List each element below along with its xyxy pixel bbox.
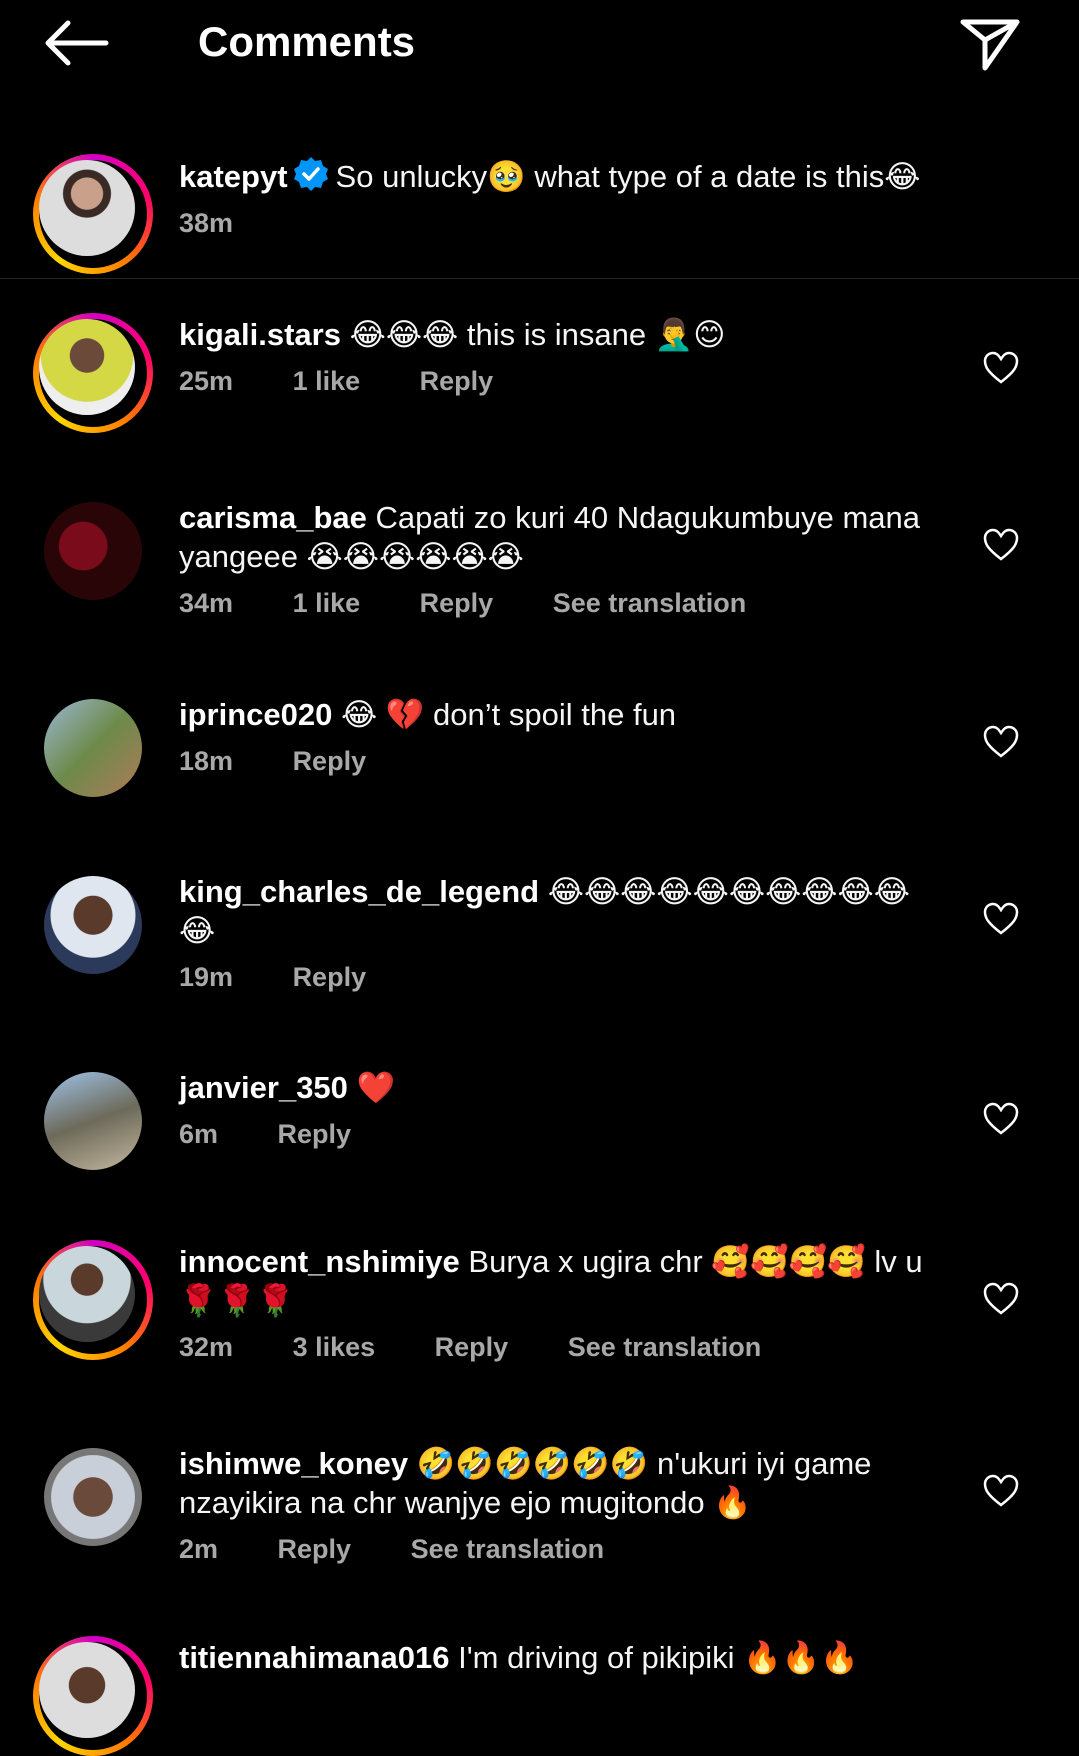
verified-badge-icon	[293, 157, 328, 191]
caption: katepyt So unlucky🥹 what type of a date i…	[0, 140, 1079, 279]
heart-outline-icon[interactable]	[983, 351, 1019, 385]
timestamp: 34m	[179, 588, 234, 618]
paper-plane-icon[interactable]	[955, 10, 1025, 80]
top-bar: Comments	[0, 0, 1079, 90]
heart-outline-icon[interactable]	[983, 725, 1019, 759]
username[interactable]: janvier_350	[179, 1070, 348, 1105]
timestamp: 32m	[179, 1332, 234, 1362]
avatar[interactable]	[44, 876, 142, 974]
heart-outline-icon[interactable]	[983, 1102, 1019, 1136]
username[interactable]: katepyt	[179, 159, 288, 194]
see-translation-button[interactable]: See translation	[568, 1332, 762, 1362]
avatar[interactable]	[44, 699, 142, 797]
reply-button[interactable]: Reply	[293, 746, 367, 776]
timestamp: 6m	[179, 1119, 219, 1149]
comment-text: 😂😂😂 this is insane 🤦‍♂️😊	[349, 317, 726, 352]
avatar[interactable]	[44, 1448, 142, 1546]
comment-text: I'm driving of pikipiki 🔥🔥🔥	[458, 1640, 859, 1675]
reply-button[interactable]: Reply	[420, 366, 494, 396]
reply-button[interactable]: Reply	[420, 588, 494, 618]
avatar[interactable]	[33, 313, 153, 433]
reply-button[interactable]: Reply	[278, 1119, 352, 1149]
comment-text: 😂 💔 don’t spoil the fun	[341, 697, 677, 732]
avatar[interactable]	[44, 502, 142, 600]
timestamp: 18m	[179, 746, 234, 776]
like-count[interactable]: 3 likes	[293, 1332, 376, 1362]
timestamp: 38m	[179, 208, 234, 238]
like-count[interactable]: 1 like	[293, 366, 361, 396]
timestamp: 25m	[179, 366, 234, 396]
comment-text: ❤️	[356, 1070, 396, 1105]
caption-text: So unlucky🥹 what type of a date is this😂	[335, 159, 921, 194]
avatar[interactable]	[33, 154, 153, 274]
username[interactable]: carisma_bae	[179, 500, 367, 535]
username[interactable]: innocent_nshimiye	[179, 1244, 460, 1279]
avatar[interactable]	[44, 1072, 142, 1170]
heart-outline-icon[interactable]	[983, 902, 1019, 936]
heart-outline-icon[interactable]	[983, 1474, 1019, 1508]
heart-outline-icon[interactable]	[983, 1282, 1019, 1316]
timestamp: 2m	[179, 1534, 219, 1564]
reply-button[interactable]: Reply	[293, 962, 367, 992]
reply-button[interactable]: Reply	[278, 1534, 352, 1564]
like-count[interactable]: 1 like	[293, 588, 361, 618]
avatar[interactable]	[33, 1240, 153, 1360]
username[interactable]: titiennahimana016	[179, 1640, 449, 1675]
username[interactable]: ishimwe_koney	[179, 1446, 408, 1481]
username[interactable]: king_charles_de_legend	[179, 874, 539, 909]
timestamp: 19m	[179, 962, 234, 992]
see-translation-button[interactable]: See translation	[553, 588, 747, 618]
reply-button[interactable]: Reply	[435, 1332, 509, 1362]
back-arrow-icon[interactable]	[40, 18, 110, 68]
heart-outline-icon[interactable]	[983, 528, 1019, 562]
see-translation-button[interactable]: See translation	[411, 1534, 605, 1564]
username[interactable]: kigali.stars	[179, 317, 341, 352]
avatar[interactable]	[33, 1636, 153, 1756]
username[interactable]: iprince020	[179, 697, 332, 732]
page-title: Comments	[198, 18, 416, 65]
